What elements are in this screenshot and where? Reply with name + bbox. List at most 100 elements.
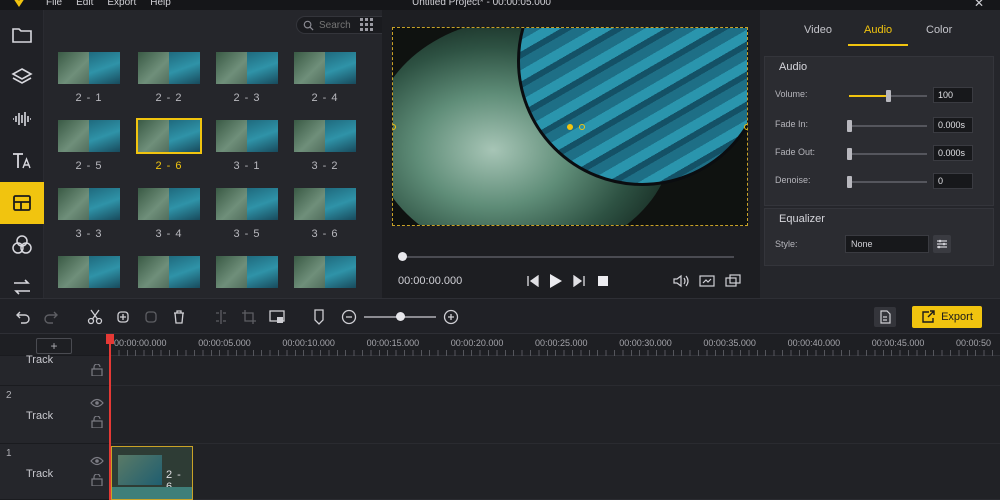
- audio-row-slider[interactable]: [847, 176, 927, 188]
- rail-audio-button[interactable]: [0, 98, 44, 140]
- rotate-handle[interactable]: [579, 124, 585, 130]
- lock-icon[interactable]: [90, 474, 104, 486]
- rail-layers-button[interactable]: [0, 56, 44, 98]
- template-thumbnail: [56, 118, 122, 154]
- preview-canvas[interactable]: [392, 27, 748, 226]
- template-item[interactable]: 2 - 6: [136, 118, 202, 176]
- template-label: 2 - 4: [311, 92, 339, 104]
- playback-progress[interactable]: [398, 252, 734, 261]
- audio-row-slider[interactable]: [847, 148, 927, 160]
- zoom-slider[interactable]: [364, 312, 436, 321]
- copy-button[interactable]: [114, 308, 132, 326]
- timeline-header: +: [0, 334, 110, 356]
- rail-templates-button[interactable]: [0, 182, 44, 224]
- template-label: 2 - 6: [155, 160, 183, 172]
- template-label: 3 - 2: [311, 160, 339, 172]
- prev-frame-button[interactable]: [524, 272, 542, 290]
- delete-button[interactable]: [170, 308, 188, 326]
- menu-edit[interactable]: Edit: [76, 0, 93, 8]
- equalizer-style-select[interactable]: None: [845, 235, 929, 253]
- tab-color[interactable]: Color: [926, 24, 952, 36]
- audio-row-value[interactable]: 0: [933, 173, 973, 189]
- next-frame-button[interactable]: [570, 272, 588, 290]
- export-label: Export: [941, 311, 973, 323]
- eye-icon[interactable]: [90, 398, 104, 408]
- marker-button[interactable]: [310, 308, 328, 326]
- template-item[interactable]: 3 - 5: [214, 186, 280, 244]
- zoom-in-button[interactable]: [442, 308, 460, 326]
- menu-file[interactable]: File: [46, 0, 62, 8]
- split-icon: [216, 310, 226, 324]
- search-box[interactable]: [296, 16, 396, 34]
- template-item[interactable]: 2 - 4: [292, 50, 358, 108]
- track-lane-2[interactable]: [110, 386, 1000, 444]
- menu-export[interactable]: Export: [107, 0, 136, 8]
- template-item[interactable]: 3 - 6: [292, 186, 358, 244]
- progress-knob[interactable]: [398, 252, 407, 261]
- folder-icon: [12, 28, 32, 43]
- tab-video[interactable]: Video: [804, 24, 832, 36]
- eye-icon[interactable]: [90, 456, 104, 466]
- stop-button[interactable]: [594, 272, 612, 290]
- volume-button[interactable]: [672, 272, 690, 290]
- fullscreen-button[interactable]: [724, 272, 742, 290]
- playhead[interactable]: [106, 334, 114, 500]
- timeline-clip[interactable]: 2 - 6: [111, 446, 193, 500]
- anchor-handle[interactable]: [567, 124, 573, 130]
- rail-media-button[interactable]: [0, 14, 44, 56]
- track-name: Track: [26, 468, 54, 480]
- tab-audio[interactable]: Audio: [864, 24, 892, 36]
- time-ruler[interactable]: 00:00:00.000 00:00:05.000 00:00:10.000 00:0…: [110, 334, 1000, 356]
- lock-icon[interactable]: [90, 364, 104, 376]
- template-item[interactable]: 2 - 3: [214, 50, 280, 108]
- resize-handle-right[interactable]: [744, 124, 747, 130]
- track-lane-3[interactable]: [110, 356, 1000, 386]
- audio-row-value[interactable]: 0.000s: [933, 117, 973, 133]
- audio-row-value[interactable]: 100: [933, 87, 973, 103]
- add-track-button[interactable]: +: [36, 338, 72, 354]
- track-lane-1[interactable]: [110, 444, 1000, 500]
- audio-row-value[interactable]: 0.000s: [933, 145, 973, 161]
- template-thumbnail: [136, 118, 202, 154]
- split-button[interactable]: [212, 308, 230, 326]
- export-settings-button[interactable]: [874, 307, 896, 327]
- audio-row-slider[interactable]: [849, 90, 927, 102]
- template-item[interactable]: 3 - 1: [214, 118, 280, 176]
- audio-row-slider[interactable]: [847, 120, 927, 132]
- lock-icon[interactable]: [90, 416, 104, 428]
- zoom-out-button[interactable]: [340, 308, 358, 326]
- play-button[interactable]: [546, 272, 564, 290]
- ruler-tick-label: 00:00:50: [956, 338, 992, 348]
- paste-button[interactable]: [142, 308, 160, 326]
- pip-button[interactable]: [268, 308, 286, 326]
- rail-filters-button[interactable]: [0, 224, 44, 266]
- audio-group-title: Audio: [779, 61, 808, 73]
- grid-view-icon[interactable]: [360, 18, 374, 32]
- close-icon[interactable]: ✕: [974, 0, 984, 10]
- zoom-slider-knob[interactable]: [396, 312, 405, 321]
- template-item[interactable]: 2 - 5: [56, 118, 122, 176]
- cut-button[interactable]: [86, 308, 104, 326]
- redo-button[interactable]: [42, 308, 60, 326]
- slider-thumb[interactable]: [847, 120, 852, 132]
- template-item[interactable]: 3 - 3: [56, 186, 122, 244]
- snapshot-button[interactable]: [698, 272, 716, 290]
- app-logo-icon: [14, 0, 24, 7]
- slider-thumb[interactable]: [847, 148, 852, 160]
- slider-thumb[interactable]: [886, 90, 891, 102]
- slider-thumb[interactable]: [847, 176, 852, 188]
- equalizer-settings-button[interactable]: [933, 235, 951, 253]
- ruler-tick-label: 00:00:25.000: [535, 338, 588, 348]
- crop-button[interactable]: [240, 308, 258, 326]
- template-item[interactable]: 2 - 1: [56, 50, 122, 108]
- project-title: Untitled Project* - 00:00:05.000: [412, 0, 551, 8]
- export-button[interactable]: Export: [912, 306, 982, 328]
- rail-text-button[interactable]: [0, 140, 44, 182]
- timeline: + 00:00:00.000 00:00:05.000 00:00:10.000 00…: [0, 334, 1000, 500]
- template-item[interactable]: 3 - 2: [292, 118, 358, 176]
- search-input[interactable]: [319, 18, 389, 32]
- menu-help[interactable]: Help: [150, 0, 171, 8]
- undo-button[interactable]: [14, 308, 32, 326]
- template-item[interactable]: 3 - 4: [136, 186, 202, 244]
- template-item[interactable]: 2 - 2: [136, 50, 202, 108]
